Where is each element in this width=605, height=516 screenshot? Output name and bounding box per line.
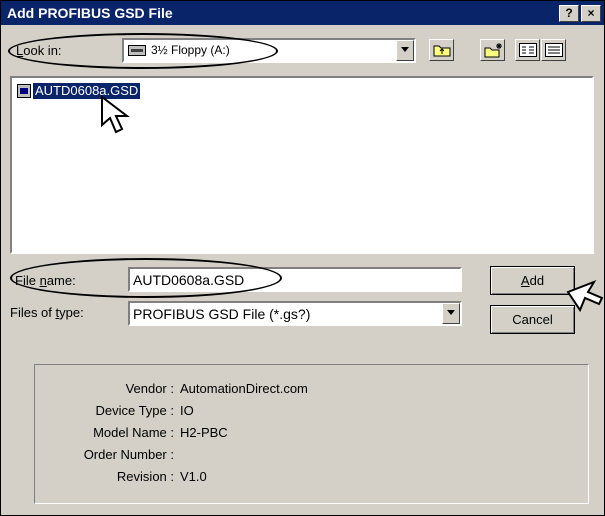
close-button[interactable]: × xyxy=(581,5,601,22)
help-button[interactable]: ? xyxy=(559,5,579,22)
info-row-revision: Revision : V1.0 xyxy=(116,469,207,484)
info-row-model-name: Model Name : H2-PBC xyxy=(93,425,228,440)
file-name-highlight-ellipse xyxy=(10,258,282,298)
file-type-dropdown[interactable]: PROFIBUS GSD File (*.gs?) xyxy=(128,301,462,326)
info-row-order-number: Order Number : xyxy=(83,447,174,462)
list-view-icon xyxy=(519,43,537,57)
file-type-dropdown-button[interactable] xyxy=(442,303,460,324)
file-type-label: Files of type: xyxy=(10,305,84,320)
mouse-pointer-icon xyxy=(101,95,130,134)
up-one-level-button[interactable] xyxy=(429,39,454,61)
help-icon: ? xyxy=(565,6,573,20)
info-row-vendor: Vendor : AutomationDirect.com xyxy=(125,381,308,396)
up-folder-icon xyxy=(433,45,451,57)
dialog-title: Add PROFIBUS GSD File xyxy=(7,5,173,21)
details-view-icon xyxy=(545,43,563,57)
details-view-button[interactable] xyxy=(541,39,566,61)
gsd-info-panel: Vendor : AutomationDirect.com Device Type… xyxy=(34,364,589,504)
list-view-button[interactable] xyxy=(515,39,540,61)
info-row-device-type: Device Type : IO xyxy=(95,403,194,418)
close-icon: × xyxy=(587,6,595,20)
cancel-button[interactable]: Cancel xyxy=(490,305,575,334)
file-list[interactable]: AUTD0608a.GSD xyxy=(10,76,594,254)
new-folder-icon xyxy=(484,43,502,58)
look-in-dropdown-button[interactable] xyxy=(396,40,414,61)
look-in-highlight-ellipse xyxy=(8,33,278,69)
create-new-folder-button[interactable] xyxy=(480,39,505,61)
title-bar[interactable]: Add PROFIBUS GSD File ? × xyxy=(1,1,604,25)
gsd-file-icon xyxy=(17,84,31,98)
file-type-value: PROFIBUS GSD File (*.gs?) xyxy=(133,306,311,322)
add-button[interactable]: Add xyxy=(490,266,575,295)
